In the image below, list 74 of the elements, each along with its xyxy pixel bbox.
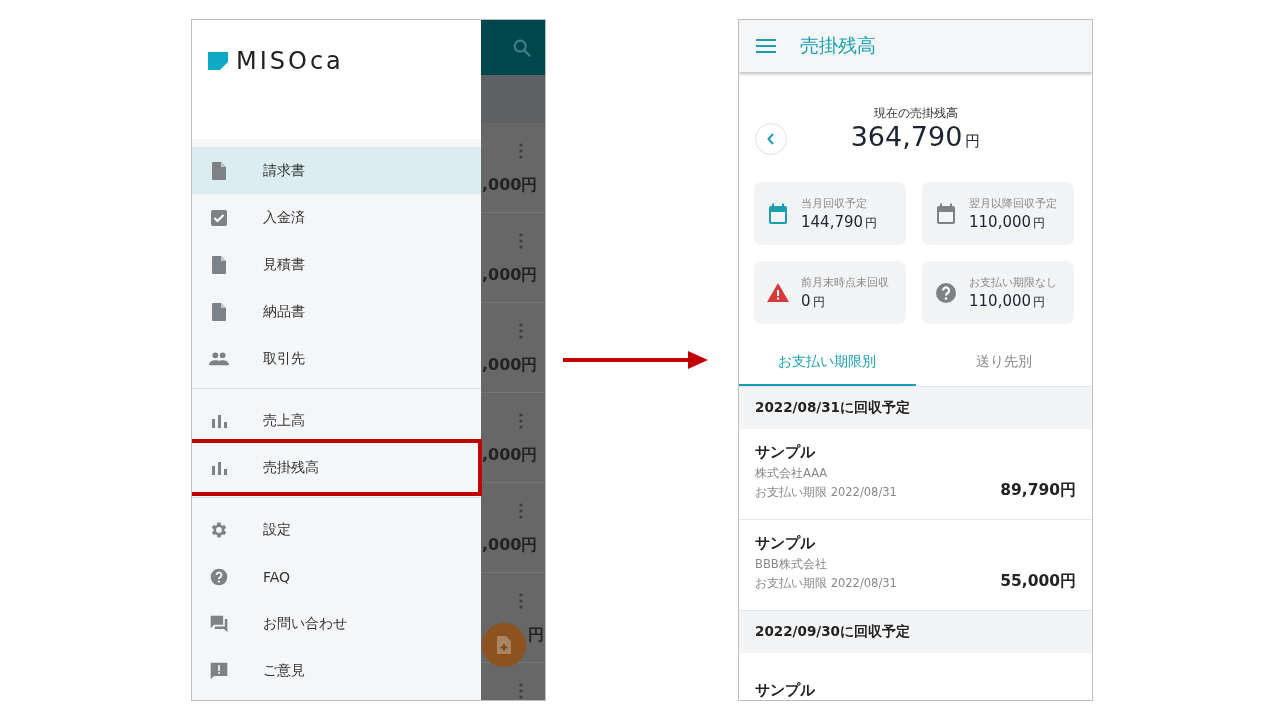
client-name: BBB株式会社 <box>755 557 828 572</box>
due-date: お支払い期限 2022/08/31 <box>755 576 897 591</box>
card-label: 翌月以降回収予定 <box>969 195 1057 211</box>
tab[interactable]: 送り先別 <box>915 339 1092 386</box>
menu-item[interactable]: 請求書 <box>192 147 481 194</box>
document-icon <box>209 254 229 275</box>
invoice-title: サンプル <box>755 681 815 700</box>
logo-text: MISOca <box>236 51 344 71</box>
add-document-icon <box>494 634 514 656</box>
card-amount: 144,790 <box>801 212 864 231</box>
screen-title: 売掛残高 <box>800 33 876 58</box>
menu-item[interactable]: 売上高 <box>192 397 481 444</box>
menu-item[interactable]: 設定 <box>192 506 481 553</box>
document-icon <box>209 301 229 322</box>
logo-icon <box>208 52 228 70</box>
summary-card[interactable]: 翌月以降回収予定 110,000 円 <box>922 182 1074 245</box>
currency-unit: 円 <box>865 214 878 232</box>
amount-text: ,000円 <box>482 355 538 376</box>
menu-item[interactable]: FAQ <box>192 553 481 600</box>
group-header: 2022/09/30に回収予定 <box>739 611 1092 653</box>
menu-item[interactable]: お問い合わせ <box>192 600 481 647</box>
chat-icon <box>209 613 229 634</box>
menu-item[interactable]: ご意見 <box>192 647 481 694</box>
menu-item[interactable]: 取引先 <box>192 335 481 382</box>
card-label: お支払い期限なし <box>969 274 1057 290</box>
summary-card[interactable]: お支払い期限なし 110,000 円 <box>922 261 1074 324</box>
invoice-title: サンプル <box>755 443 816 462</box>
amount-text: ,000円 <box>482 265 538 286</box>
feedback-icon <box>209 660 229 681</box>
calendar-icon <box>766 201 790 226</box>
currency-unit: 円 <box>812 293 825 311</box>
menu-item[interactable]: 売掛残高 <box>192 444 477 491</box>
card-label: 当月回収予定 <box>801 195 868 211</box>
group-header: 2022/08/31に回収予定 <box>739 387 1092 429</box>
card-amount: 110,000 <box>969 212 1032 231</box>
currency-unit: 円 <box>1033 293 1046 311</box>
client-name: 株式会社AAA <box>755 466 829 481</box>
more-icon[interactable] <box>519 503 523 519</box>
help-icon <box>934 280 958 305</box>
invoice-row[interactable]: サンプル 株式会社AAA お支払い期限 2022/08/31 89,790円 <box>739 429 1092 520</box>
card-label: 前月末時点未回収 <box>801 274 889 290</box>
more-icon[interactable] <box>519 143 523 159</box>
currency-unit: 円 <box>1033 214 1046 232</box>
menu-item[interactable]: 入金済 <box>192 194 481 241</box>
currency-unit: 円 <box>965 132 981 151</box>
help-icon <box>209 566 229 587</box>
calendar-icon <box>934 201 958 226</box>
invoice-amount: 55,000円 <box>1000 571 1076 592</box>
summary-card[interactable]: 当月回収予定 144,790 円 <box>754 182 906 245</box>
checkbox-icon <box>209 207 229 228</box>
due-date: お支払い期限 2022/08/31 <box>755 485 897 500</box>
menu-icon[interactable] <box>756 39 776 53</box>
menu-item[interactable]: 見積書 <box>192 241 481 288</box>
card-amount: 0 <box>801 291 811 310</box>
more-icon[interactable] <box>519 593 523 609</box>
card-amount: 110,000 <box>969 291 1032 310</box>
amount-text: ,000円 <box>482 445 538 466</box>
amount-text: ,000円 <box>482 175 538 196</box>
amount-text: 円 <box>528 625 544 646</box>
more-icon[interactable] <box>519 683 523 699</box>
chevron-left-icon <box>766 132 776 146</box>
more-icon[interactable] <box>519 233 523 249</box>
balance-amount: 364,790 <box>850 121 963 152</box>
back-button[interactable] <box>755 123 787 155</box>
more-icon[interactable] <box>519 413 523 429</box>
invoice-amount: 89,790円 <box>1000 480 1076 501</box>
more-icon[interactable] <box>519 323 523 339</box>
balance-label: 現在の売掛残高 <box>873 106 958 121</box>
document-icon <box>209 160 229 181</box>
invoice-title: サンプル <box>755 534 816 553</box>
menu-item[interactable]: 納品書 <box>192 288 481 335</box>
amount-text: ,000円 <box>482 535 538 556</box>
invoice-row[interactable]: サンプル <box>739 653 1092 700</box>
summary-card[interactable]: 前月末時点未回収 0 円 <box>754 261 906 324</box>
